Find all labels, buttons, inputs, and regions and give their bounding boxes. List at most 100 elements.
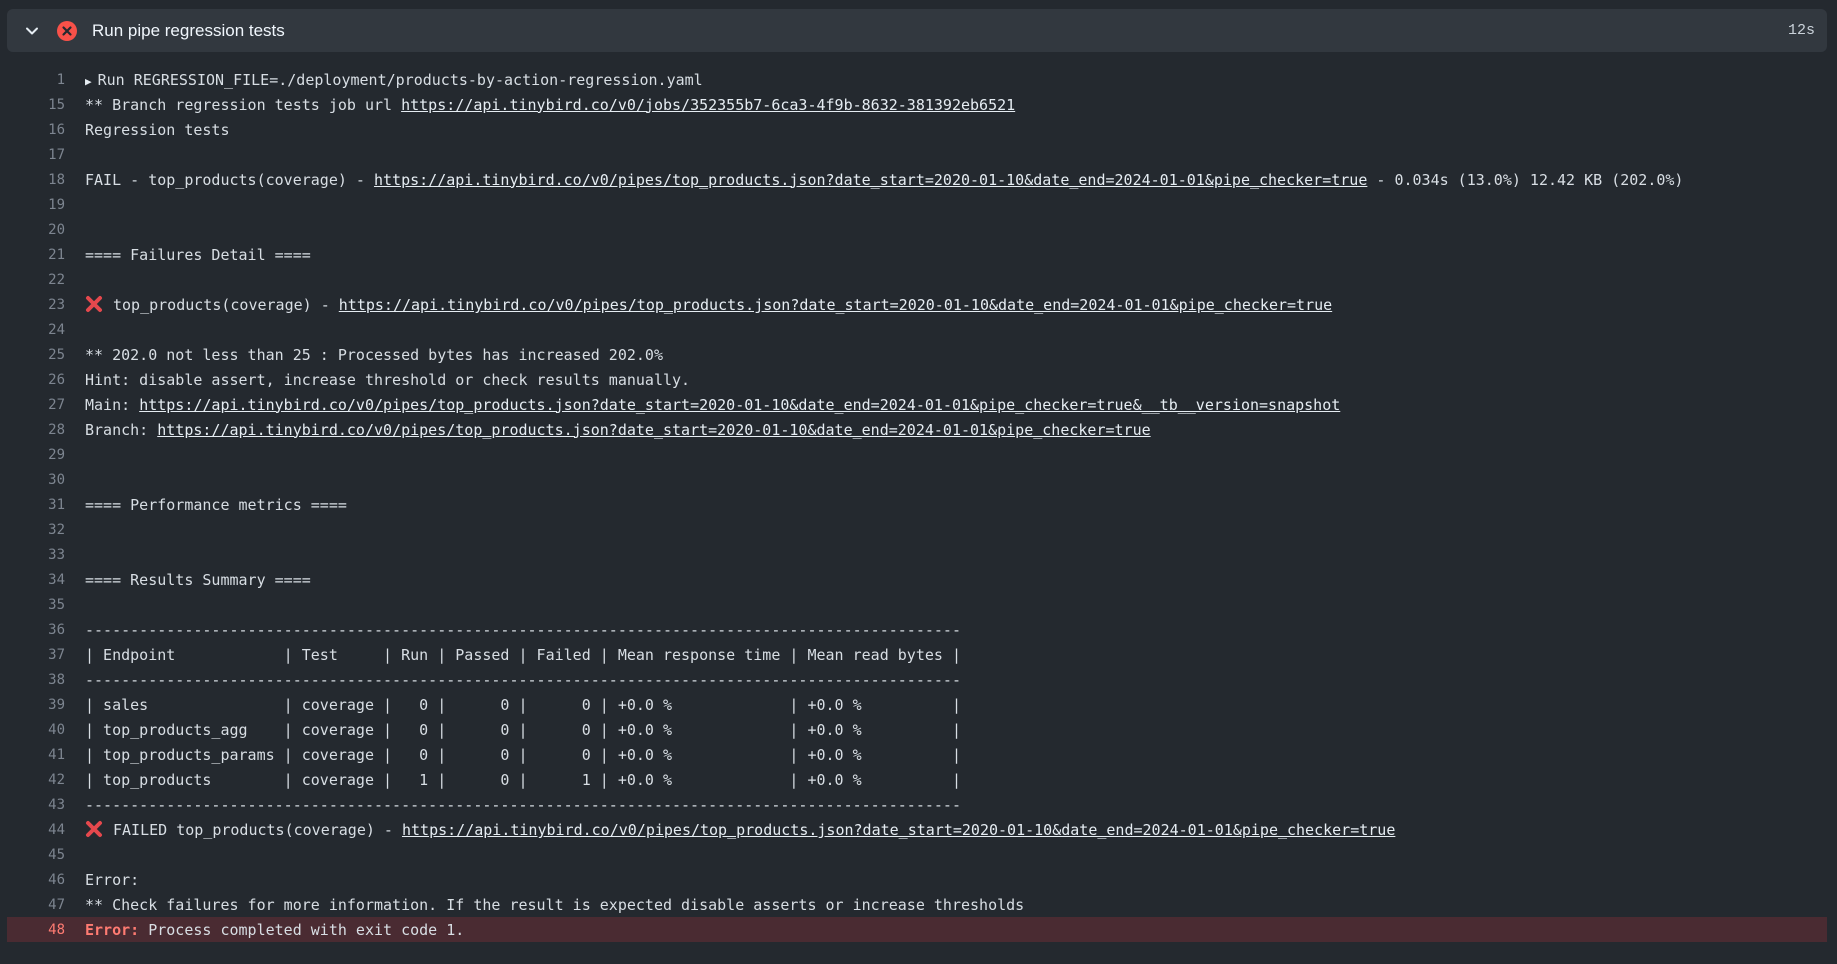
line-number[interactable]: 44 [7, 822, 65, 838]
log-message: Hint: disable assert, increase threshold… [85, 370, 691, 389]
log-link[interactable]: https://api.tinybird.co/v0/jobs/352355b7… [401, 96, 1015, 114]
log-line: 27 Main: https://api.tinybird.co/v0/pipes… [7, 392, 1827, 417]
log-line: 44 FAILED top_products(coverage) - https:… [7, 817, 1827, 842]
line-number[interactable]: 39 [7, 697, 65, 713]
line-number[interactable]: 35 [7, 597, 65, 613]
chevron-down-icon[interactable] [23, 22, 41, 40]
log-line: 35 [7, 592, 1827, 617]
log-line: 33 [7, 542, 1827, 567]
log-message: | top_products_params | coverage | 0 | 0… [85, 745, 961, 764]
log-message: Error: [85, 870, 140, 889]
log-line: 40 | top_products_agg | coverage | 0 | 0 … [7, 717, 1827, 742]
log-link[interactable]: https://api.tinybird.co/v0/pipes/top_pro… [139, 396, 1340, 414]
log-link[interactable]: https://api.tinybird.co/v0/pipes/top_pro… [339, 296, 1332, 314]
log-line: 42 | top_products | coverage | 1 | 0 | 1 … [7, 767, 1827, 792]
log-line: 39 | sales | coverage | 0 | 0 | 0 | +0.0 … [7, 692, 1827, 717]
log-message: | sales | coverage | 0 | 0 | 0 | +0.0 % … [85, 695, 961, 714]
line-number[interactable]: 26 [7, 372, 65, 388]
log-text: Error: [85, 871, 139, 889]
cross-mark-icon [85, 295, 103, 313]
log-line: 48 Error: Process completed with exit cod… [7, 917, 1827, 942]
line-number[interactable]: 19 [7, 197, 65, 213]
log-link[interactable]: https://api.tinybird.co/v0/pipes/top_pro… [157, 421, 1150, 439]
log-text: ==== Performance metrics ==== [85, 496, 347, 514]
log-line: 20 [7, 217, 1827, 242]
log-prefix: Main: [85, 395, 140, 414]
log-text: top_products(coverage) - https://api.tin… [85, 295, 1332, 314]
cross-mark-icon [85, 820, 103, 838]
line-number[interactable]: 40 [7, 722, 65, 738]
line-number[interactable]: 38 [7, 672, 65, 688]
log-message: ==== Failures Detail ==== [85, 245, 311, 264]
line-number[interactable]: 15 [7, 97, 65, 113]
log-line: 15 ** Branch regression tests job url htt… [7, 92, 1827, 117]
log-line: 23 top_products(coverage) - https://api.t… [7, 292, 1827, 317]
line-number[interactable]: 27 [7, 397, 65, 413]
line-number[interactable]: 18 [7, 172, 65, 188]
log-text: Branch: https://api.tinybird.co/v0/pipes… [85, 421, 1151, 439]
log-message: | top_products_agg | coverage | 0 | 0 | … [85, 720, 961, 739]
line-number[interactable]: 25 [7, 347, 65, 363]
line-number[interactable]: 20 [7, 222, 65, 238]
log-text: ** Check failures for more information. … [85, 896, 1024, 914]
line-number[interactable]: 42 [7, 772, 65, 788]
log-text: ==== Failures Detail ==== [85, 246, 311, 264]
line-number[interactable]: 21 [7, 247, 65, 263]
log-prefix: FAILED top_products(coverage) - [113, 821, 402, 839]
line-number[interactable]: 36 [7, 622, 65, 638]
line-number[interactable]: 17 [7, 147, 65, 163]
log-text: ==== Results Summary ==== [85, 571, 311, 589]
line-number[interactable]: 23 [7, 297, 65, 313]
log-link[interactable]: https://api.tinybird.co/v0/pipes/top_pro… [374, 171, 1367, 189]
line-number[interactable]: 28 [7, 422, 65, 438]
log-text: | top_products | coverage | 1 | 0 | 1 | … [85, 771, 961, 789]
line-number[interactable]: 32 [7, 522, 65, 538]
line-number[interactable]: 33 [7, 547, 65, 563]
log-text: Regression tests [85, 121, 230, 139]
log-text: Hint: disable assert, increase threshold… [85, 371, 690, 389]
line-number[interactable]: 41 [7, 747, 65, 763]
line-number[interactable]: 1 [7, 72, 65, 88]
line-number[interactable]: 24 [7, 322, 65, 338]
log-prefix: ** Branch regression tests job url [85, 95, 402, 114]
line-number[interactable]: 47 [7, 897, 65, 913]
log-message: | Endpoint | Test | Run | Passed | Faile… [85, 645, 961, 664]
log-line: 34 ==== Results Summary ==== [7, 567, 1827, 592]
line-number[interactable]: 29 [7, 447, 65, 463]
log-text: | top_products_params | coverage | 0 | 0… [85, 746, 961, 764]
log-line: 21 ==== Failures Detail ==== [7, 242, 1827, 267]
line-number[interactable]: 45 [7, 847, 65, 863]
error-label: Error: [85, 920, 140, 939]
log-message: | top_products | coverage | 1 | 0 | 1 | … [85, 770, 961, 789]
line-number[interactable]: 48 [7, 922, 65, 938]
log-line: 38 --------------------------------------… [7, 667, 1827, 692]
log-prefix: FAIL - top_products(coverage) - [85, 170, 374, 189]
log-text: ----------------------------------------… [85, 671, 961, 689]
log-line: 25 ** 202.0 not less than 25 : Processed … [7, 342, 1827, 367]
log-line: 24 [7, 317, 1827, 342]
log-link[interactable]: https://api.tinybird.co/v0/pipes/top_pro… [402, 821, 1395, 839]
expand-triangle-icon[interactable]: ▶ [85, 75, 92, 88]
log-message: ** Check failures for more information. … [85, 895, 1025, 914]
log-message: Regression tests [85, 120, 230, 139]
line-number[interactable]: 46 [7, 872, 65, 888]
log-line: 18 FAIL - top_products(coverage) - https:… [7, 167, 1827, 192]
log-prefix: Branch: [85, 420, 158, 439]
log-message: Run REGRESSION_FILE=./deployment/product… [97, 70, 703, 89]
line-number[interactable]: 31 [7, 497, 65, 513]
log-line: 30 [7, 467, 1827, 492]
log-line: 41 | top_products_params | coverage | 0 |… [7, 742, 1827, 767]
log-text: ----------------------------------------… [85, 796, 961, 814]
line-number[interactable]: 22 [7, 272, 65, 288]
log-text: FAIL - top_products(coverage) - https://… [85, 171, 1683, 189]
log-message: ==== Results Summary ==== [85, 570, 311, 589]
line-number[interactable]: 37 [7, 647, 65, 663]
error-circle-icon [57, 20, 77, 41]
line-number[interactable]: 16 [7, 122, 65, 138]
line-number[interactable]: 43 [7, 797, 65, 813]
line-number[interactable]: 34 [7, 572, 65, 588]
log-line: 47 ** Check failures for more information… [7, 892, 1827, 917]
line-number[interactable]: 30 [7, 472, 65, 488]
step-header[interactable]: Run pipe regression tests 12s [7, 9, 1827, 52]
log-line: 37 | Endpoint | Test | Run | Passed | Fai… [7, 642, 1827, 667]
